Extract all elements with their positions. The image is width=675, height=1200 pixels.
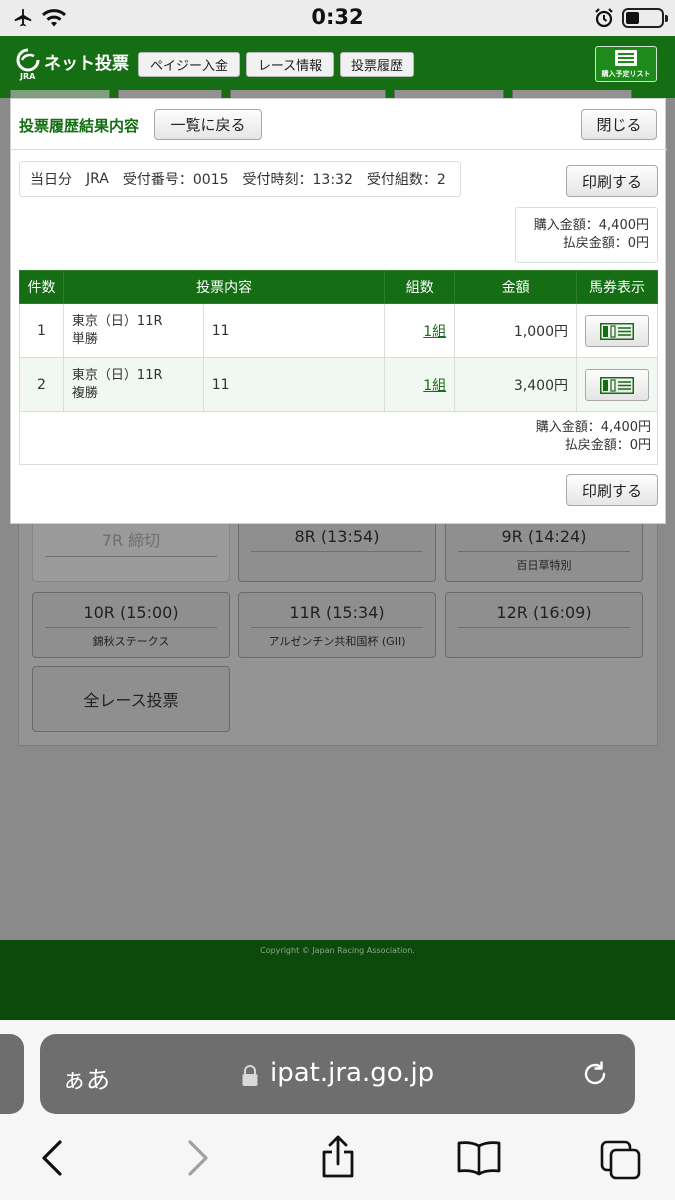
totals-bottom: 購入金額：4,400円 払戻金額：0円 [461, 419, 651, 455]
race-11r-button[interactable]: 11R (15:34) アルゼンチン共和国杯 (GII) [238, 592, 436, 658]
print-button-bottom[interactable]: 印刷する [566, 474, 658, 506]
all-races-label: 全レース投票 [83, 691, 179, 710]
jra-logo[interactable]: ネット投票 JRA [16, 48, 129, 81]
receipt-count: 受付組数：2 [366, 172, 446, 188]
kumi-link[interactable]: 1組 [423, 378, 446, 394]
vote-history-button[interactable]: 投票履歴 [340, 52, 414, 77]
site-footer: Copyright © Japan Racing Association. [0, 940, 675, 1020]
race-name: 百日草特別 [516, 559, 572, 572]
totals-top: 購入金額：4,400円 払戻金額：0円 [515, 207, 658, 263]
race-label: 東京（日）11R [71, 367, 163, 383]
row-amount: 3,400円 [454, 357, 577, 412]
modal-title: 投票履歴結果内容 [19, 117, 140, 135]
battery-icon [622, 8, 668, 28]
race-label: 東京（日）11R [71, 313, 163, 329]
race-8r-button[interactable]: 8R (13:54) [238, 516, 436, 582]
back-to-list-button[interactable]: 一覧に戻る [154, 109, 262, 140]
header-amount: 金額 [454, 270, 577, 304]
receipt-time: 受付時刻：13:32 [242, 172, 353, 188]
receipt-number: 受付番号：0015 [122, 172, 229, 188]
status-bar: 0:32 [0, 0, 675, 36]
jra-logo-mark-icon [16, 48, 40, 72]
ticket-display-button[interactable] [584, 314, 649, 347]
bet-type: 単勝 [71, 331, 98, 347]
purchase-list-label: 購入予定リスト [601, 70, 651, 78]
header-ticket: 馬券表示 [575, 270, 659, 304]
purchase-amount: 購入金額：4,400円 [533, 218, 649, 233]
forward-icon[interactable] [184, 1138, 212, 1178]
purchase-list-button[interactable]: 購入予定リスト [595, 46, 657, 82]
row-race: 東京（日）11R 単勝 [62, 303, 204, 358]
alarm-icon [595, 8, 613, 28]
purchase-amount: 購入金額：4,400円 [535, 420, 651, 435]
header-vote-content: 投票内容 [62, 270, 386, 304]
url-text: ipat.jra.go.jp [270, 1058, 435, 1088]
row-number: 1 [19, 303, 64, 358]
vote-result-table: 件数 投票内容 組数 金額 馬券表示 1 東京（日）11R 単勝 11 1組 1… [19, 270, 659, 412]
vote-history-result-modal: 投票履歴結果内容 一覧に戻る 閉じる 当日分 JRA 受付番号：0015 受付時… [10, 98, 667, 524]
race-name: アルゼンチン共和国杯 (GII) [268, 635, 406, 648]
receipt-org: JRA [86, 171, 109, 187]
row-ticket [575, 303, 659, 358]
row-kumi: 1組 [384, 357, 456, 412]
header-kumi: 組数 [384, 270, 456, 304]
page-settings-button[interactable]: ぁあ [62, 1060, 110, 1095]
table-row: 2 東京（日）11R 複勝 11 1組 3,400円 [19, 357, 659, 412]
receipt-day: 当日分 [30, 172, 72, 188]
reload-icon[interactable] [580, 1059, 610, 1089]
refund-amount: 払戻金額：0円 [564, 438, 651, 453]
lock-icon [242, 1065, 258, 1086]
row-horse-number: 11 [202, 303, 386, 358]
table-row: 1 東京（日）11R 単勝 11 1組 1,000円 [19, 303, 659, 358]
share-icon[interactable] [318, 1134, 358, 1180]
row-amount: 1,000円 [454, 303, 577, 358]
row-number: 2 [19, 357, 64, 412]
race-time: 9R (14:24) [501, 527, 587, 546]
row-race: 東京（日）11R 複勝 [62, 357, 204, 412]
ticket-display-button[interactable] [584, 368, 649, 401]
address-bar[interactable]: ぁあ ipat.jra.go.jp [40, 1034, 635, 1114]
copyright-text: Copyright © Japan Racing Association. [260, 946, 415, 955]
race-time: 10R (15:00) [83, 603, 179, 622]
all-races-vote-button[interactable]: 全レース投票 [32, 666, 230, 732]
race-7r-button[interactable]: 7R 締切 [32, 516, 230, 582]
race-time: 12R (16:09) [496, 603, 592, 622]
race-time: 11R (15:34) [289, 603, 385, 622]
row-ticket [575, 357, 659, 412]
background-tabs [0, 90, 675, 98]
race-info-button[interactable]: レース情報 [246, 52, 334, 77]
logo-text: ネット投票 [44, 53, 129, 74]
receipt-info: 当日分 JRA 受付番号：0015 受付時刻：13:32 受付組数：2 [19, 161, 461, 197]
header-count: 件数 [19, 270, 64, 304]
site-header: ネット投票 JRA ペイジー入金 レース情報 投票履歴 購入予定リスト [0, 36, 675, 90]
row-horse-number: 11 [202, 357, 386, 412]
bookmarks-icon[interactable] [456, 1140, 502, 1176]
ticket-icon [599, 322, 634, 340]
tabs-icon[interactable] [600, 1140, 642, 1180]
race-time: 7R 締切 [101, 531, 161, 550]
race-12r-button[interactable]: 12R (16:09) [445, 592, 643, 658]
bet-type: 複勝 [71, 385, 98, 401]
back-icon[interactable] [38, 1138, 66, 1178]
kumi-link[interactable]: 1組 [423, 324, 446, 340]
list-icon [615, 50, 637, 66]
close-button[interactable]: 閉じる [581, 109, 657, 140]
logo-jra-text: JRA [20, 72, 36, 81]
race-10r-button[interactable]: 10R (15:00) 錦秋ステークス [32, 592, 230, 658]
race-9r-button[interactable]: 9R (14:24) 百日草特別 [445, 516, 643, 582]
race-time: 8R (13:54) [294, 527, 380, 546]
refund-amount: 払戻金額：0円 [562, 236, 649, 251]
browser-chrome: ぁあ ipat.jra.go.jp [0, 1020, 675, 1200]
ticket-icon [599, 376, 634, 394]
status-time: 0:32 [311, 5, 364, 29]
row-kumi: 1組 [384, 303, 456, 358]
payeasy-deposit-button[interactable]: ペイジー入金 [138, 52, 240, 77]
race-name: 錦秋ステークス [92, 635, 170, 648]
print-button-top[interactable]: 印刷する [566, 165, 658, 197]
table-header-row: 件数 投票内容 組数 金額 馬券表示 [19, 270, 659, 304]
previous-tab-preview[interactable] [0, 1034, 24, 1114]
